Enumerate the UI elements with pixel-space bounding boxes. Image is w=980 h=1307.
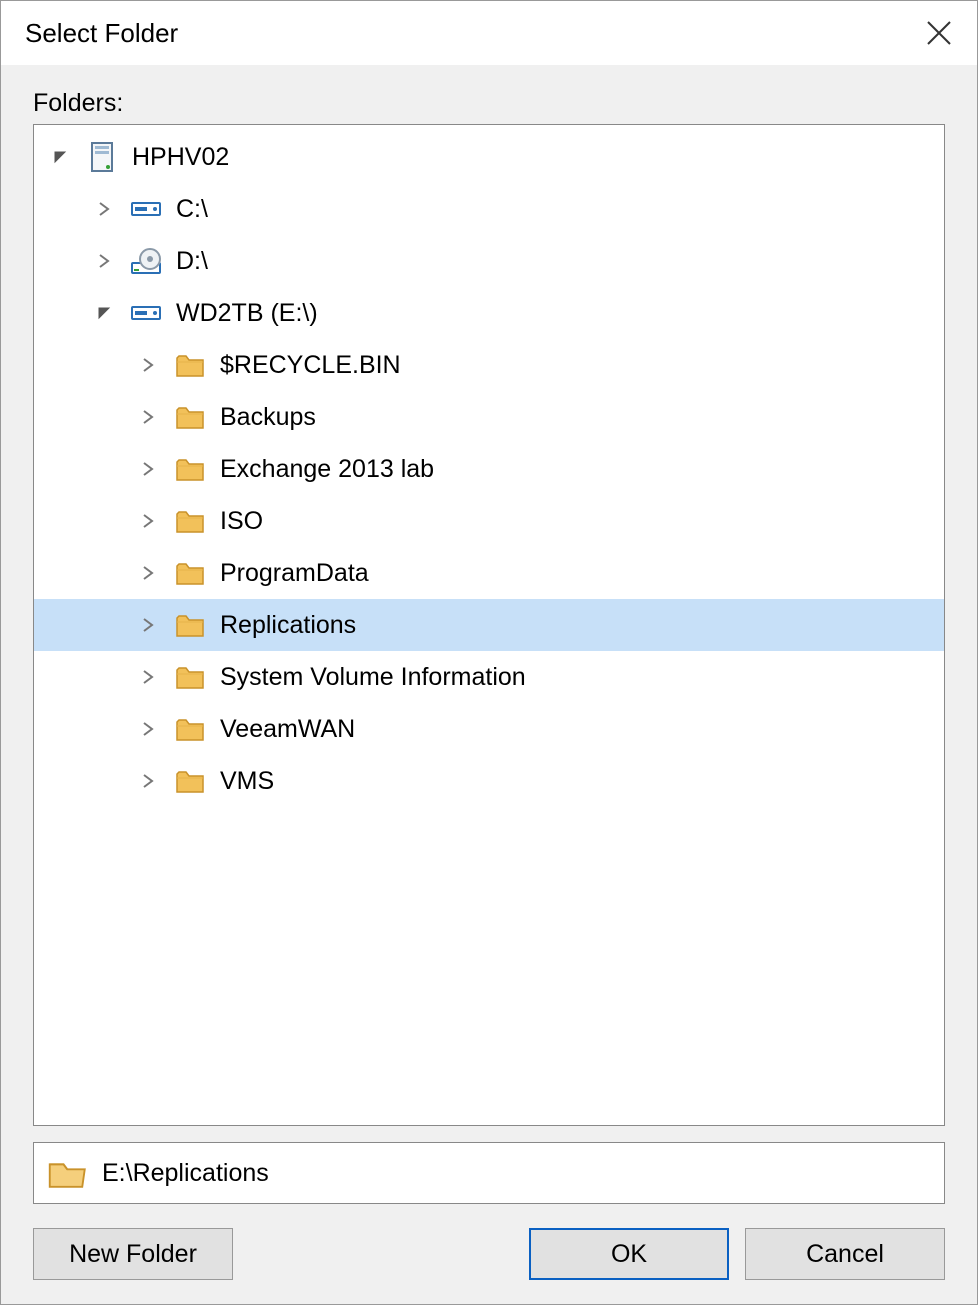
server-icon: [84, 139, 120, 175]
chevron-right-icon[interactable]: [90, 247, 118, 275]
folder-icon: [172, 659, 208, 695]
folder-icon: [172, 763, 208, 799]
folder-icon: [172, 347, 208, 383]
chevron-right-icon[interactable]: [134, 559, 162, 587]
tree-item-label: Exchange 2013 lab: [220, 455, 434, 484]
tree-item[interactable]: ProgramData: [34, 547, 944, 599]
folder-icon: [172, 607, 208, 643]
tree-item[interactable]: ISO: [34, 495, 944, 547]
folder-open-icon: [44, 1151, 88, 1195]
tree-item-label: ProgramData: [220, 559, 369, 588]
chevron-down-icon[interactable]: [46, 143, 74, 171]
chevron-right-icon[interactable]: [134, 663, 162, 691]
tree-item-label: $RECYCLE.BIN: [220, 351, 401, 380]
tree-item-label: ISO: [220, 507, 263, 536]
dialog-button-row: New Folder OK Cancel: [33, 1228, 945, 1280]
tree-item-label: HPHV02: [132, 143, 229, 172]
ok-button[interactable]: OK: [529, 1228, 729, 1280]
chevron-right-icon[interactable]: [134, 507, 162, 535]
tree-item[interactable]: WD2TB (E:\): [34, 287, 944, 339]
tree-item[interactable]: C:\: [34, 183, 944, 235]
tree-item[interactable]: Replications: [34, 599, 944, 651]
tree-item-label: C:\: [176, 195, 208, 224]
chevron-right-icon[interactable]: [134, 351, 162, 379]
tree-item-label: Backups: [220, 403, 316, 432]
chevron-right-icon[interactable]: [90, 195, 118, 223]
chevron-right-icon[interactable]: [134, 715, 162, 743]
tree-item-label: WD2TB (E:\): [176, 299, 318, 328]
folders-label: Folders:: [33, 89, 945, 118]
titlebar: Select Folder: [1, 1, 977, 65]
close-icon: [926, 20, 952, 46]
tree-item-label: VeeamWAN: [220, 715, 355, 744]
tree-item[interactable]: $RECYCLE.BIN: [34, 339, 944, 391]
tree-item-label: System Volume Information: [220, 663, 526, 692]
tree-item[interactable]: Backups: [34, 391, 944, 443]
chevron-right-icon[interactable]: [134, 767, 162, 795]
tree-item-label: VMS: [220, 767, 274, 796]
folder-icon: [172, 555, 208, 591]
chevron-right-icon[interactable]: [134, 455, 162, 483]
tree-item[interactable]: VeeamWAN: [34, 703, 944, 755]
close-button[interactable]: [909, 3, 969, 63]
dialog-body: Folders: HPHV02 C:\ D:\ WD2TB (E:\) $RECYCLE…: [1, 65, 977, 1304]
tree-item[interactable]: System Volume Information: [34, 651, 944, 703]
tree-item[interactable]: HPHV02: [34, 131, 944, 183]
folder-icon: [172, 503, 208, 539]
tree-item-label: D:\: [176, 247, 208, 276]
tree-item[interactable]: Exchange 2013 lab: [34, 443, 944, 495]
drive-icon: [128, 295, 164, 331]
optical-icon: [128, 243, 164, 279]
folder-icon: [172, 451, 208, 487]
tree-item[interactable]: VMS: [34, 755, 944, 807]
selected-path-text: E:\Replications: [102, 1159, 269, 1188]
chevron-right-icon[interactable]: [134, 403, 162, 431]
new-folder-button[interactable]: New Folder: [33, 1228, 233, 1280]
folder-icon: [172, 711, 208, 747]
folder-tree[interactable]: HPHV02 C:\ D:\ WD2TB (E:\) $RECYCLE.BIN Backu…: [33, 124, 945, 1126]
chevron-right-icon[interactable]: [134, 611, 162, 639]
cancel-button[interactable]: Cancel: [745, 1228, 945, 1280]
selected-path-box[interactable]: E:\Replications: [33, 1142, 945, 1204]
tree-item[interactable]: D:\: [34, 235, 944, 287]
folder-icon: [172, 399, 208, 435]
select-folder-dialog: Select Folder Folders: HPHV02 C:\ D:\ WD2TB…: [0, 0, 978, 1305]
drive-icon: [128, 191, 164, 227]
tree-item-label: Replications: [220, 611, 356, 640]
dialog-title: Select Folder: [25, 18, 909, 49]
chevron-down-icon[interactable]: [90, 299, 118, 327]
